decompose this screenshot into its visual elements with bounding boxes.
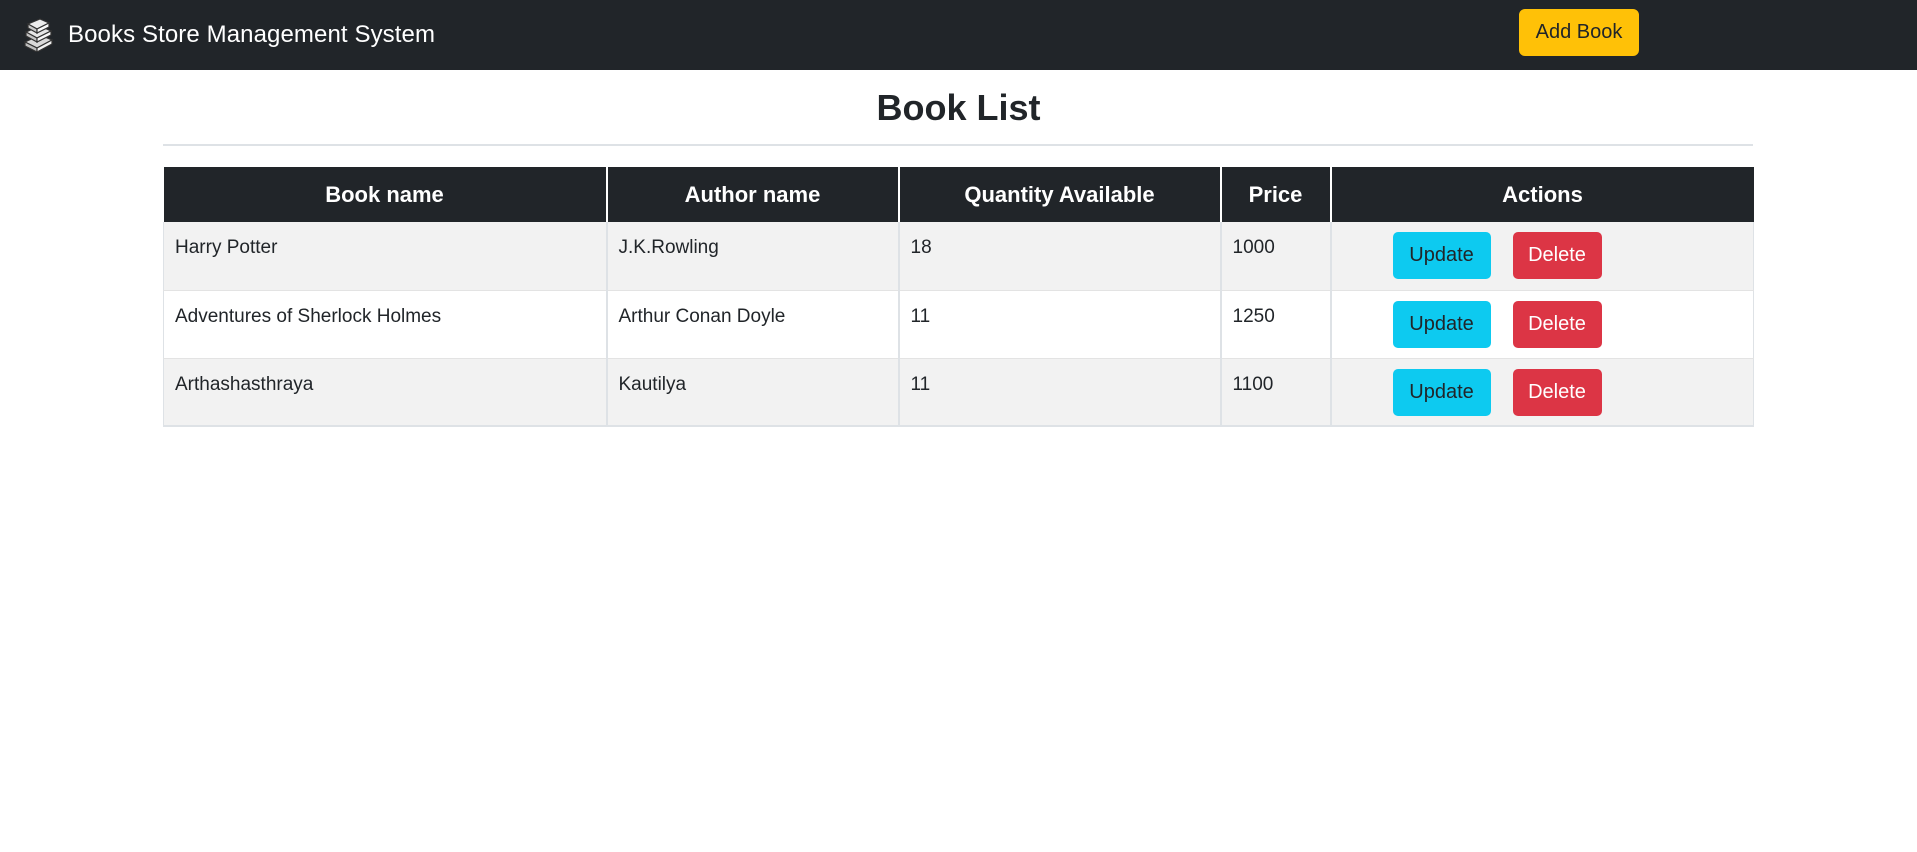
column-header-price: Price: [1220, 167, 1332, 222]
author-name-cell: J.K.Rowling: [606, 222, 900, 291]
book-name-cell: Adventures of Sherlock Holmes: [163, 290, 608, 359]
page-title: Book List: [876, 87, 1041, 128]
brand-title: Books Store Management System: [68, 21, 436, 48]
price-cell: 1250: [1220, 290, 1332, 359]
column-header-actions: Actions: [1330, 167, 1754, 222]
table-header-row: Book name Author name Quantity Available…: [163, 167, 1754, 222]
book-table-container: Book name Author name Quantity Available…: [163, 167, 1754, 427]
column-header-quantity: Quantity Available: [898, 167, 1222, 222]
navbar-brand[interactable]: Books Store Management System: [22, 18, 436, 53]
book-name-cell: Arthashasthraya: [163, 358, 608, 427]
actions-cell: Update Delete: [1330, 358, 1754, 427]
quantity-cell: 11: [898, 358, 1222, 427]
update-button[interactable]: Update: [1392, 300, 1491, 348]
update-button[interactable]: Update: [1392, 368, 1491, 416]
quantity-cell: 11: [898, 290, 1222, 359]
delete-button[interactable]: Delete: [1512, 368, 1602, 416]
quantity-cell: 18: [898, 222, 1222, 291]
add-book-button[interactable]: Add Book: [1519, 9, 1639, 56]
book-name-cell: Harry Potter: [163, 222, 608, 291]
delete-button[interactable]: Delete: [1512, 232, 1602, 279]
books-stack-icon: [22, 18, 54, 53]
actions-cell: Update Delete: [1330, 222, 1754, 291]
table-row: Adventures of Sherlock Holmes Arthur Con…: [163, 290, 1754, 359]
price-cell: 1100: [1220, 358, 1332, 427]
author-name-cell: Arthur Conan Doyle: [606, 290, 900, 359]
top-navbar: Books Store Management System Add Book: [0, 0, 1917, 70]
delete-button[interactable]: Delete: [1512, 300, 1602, 348]
price-cell: 1000: [1220, 222, 1332, 291]
actions-cell: Update Delete: [1330, 290, 1754, 359]
column-header-book-name: Book name: [163, 167, 608, 222]
table-row: Harry Potter J.K.Rowling 18 1000 Update D…: [163, 222, 1754, 291]
update-button[interactable]: Update: [1392, 232, 1491, 279]
author-name-cell: Kautilya: [606, 358, 900, 427]
title-divider: [163, 144, 1753, 146]
column-header-author-name: Author name: [606, 167, 900, 222]
book-table: Book name Author name Quantity Available…: [163, 167, 1754, 427]
table-row: Arthashasthraya Kautilya 11 1100 Update D…: [163, 358, 1754, 427]
